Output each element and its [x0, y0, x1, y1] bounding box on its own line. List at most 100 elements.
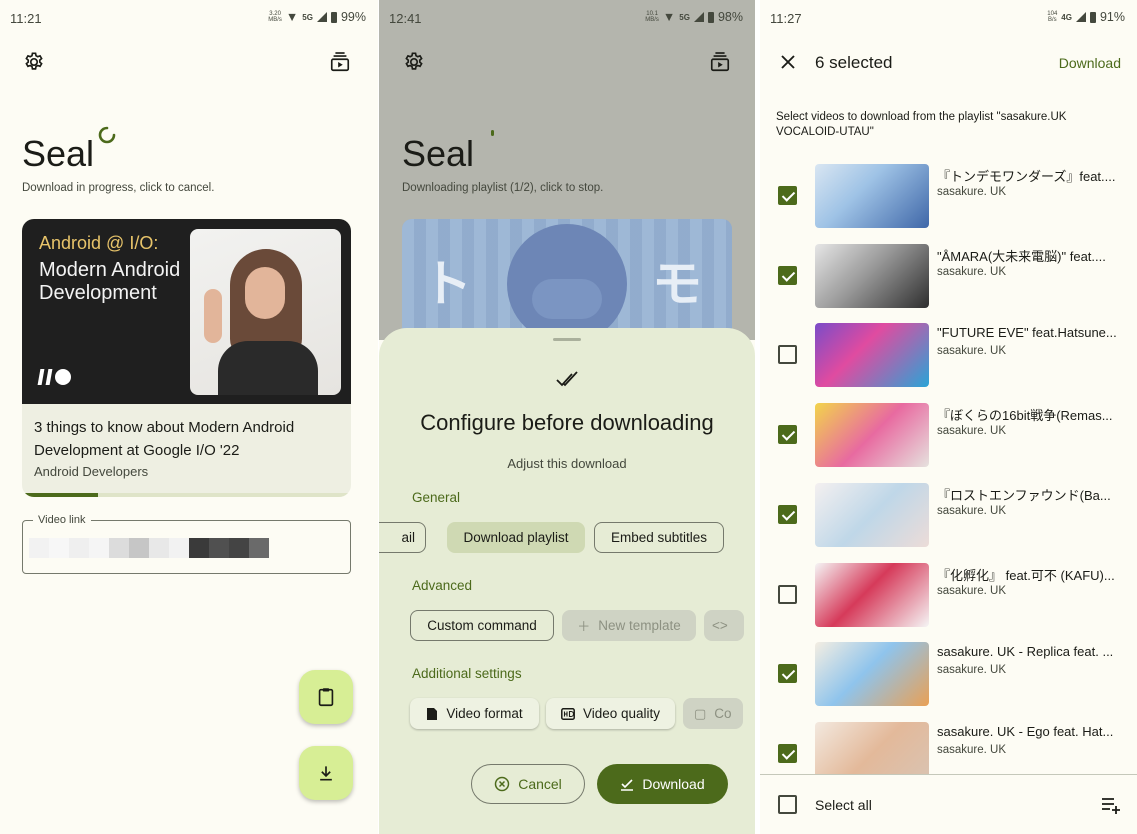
settings-button[interactable] — [21, 49, 47, 75]
video-author: sasakure. UK — [937, 186, 1007, 198]
list-item[interactable]: 『ぼくらの16bit戦争(Remas... sasakure. UK — [760, 396, 1137, 476]
scrim-background[interactable]: 12:41 10.1 MB/s ▼ 5G 98% Seal Downloading… — [379, 0, 755, 340]
download-progress-fill — [22, 493, 98, 497]
download-icon — [320, 766, 332, 781]
video-author: sasakure. UK — [937, 744, 1007, 756]
cancel-button[interactable]: Cancel — [471, 764, 585, 804]
download-label: Download — [642, 776, 705, 792]
battery-level: 99% — [340, 10, 366, 24]
video-card[interactable]: Android @ I/O: Modern Android Developmen… — [22, 219, 351, 497]
wifi-icon: ▼ — [285, 10, 299, 24]
playlist-thumbnail: ト モ — [402, 219, 732, 339]
battery-icon — [330, 11, 337, 23]
list-item[interactable]: 『ロストエンファウンド(Ba... sasakure. UK — [760, 476, 1137, 556]
file-icon — [427, 707, 438, 720]
progress-spinner-icon — [491, 130, 494, 136]
video-title: "ÅMARA(大未来電脳)" feat.... — [937, 249, 1106, 264]
item-checkbox-unchecked[interactable] — [778, 345, 797, 364]
list-item[interactable]: "FUTURE EVE" feat.Hatsune... sasakure. UK — [760, 316, 1137, 396]
chip-embed-subtitles[interactable]: Embed subtitles — [594, 522, 724, 553]
wifi-icon: ▼ — [662, 10, 676, 24]
item-checkbox-checked[interactable] — [778, 744, 797, 763]
download-fab[interactable] — [299, 746, 353, 800]
chip-video-quality[interactable]: Video quality — [546, 698, 675, 729]
chip-code-icon: <> — [704, 610, 744, 641]
list-item[interactable]: sasakure. UK - Replica feat. ... sasakure… — [760, 635, 1137, 715]
status-subtitle[interactable]: Download in progress, click to cancel. — [22, 182, 214, 194]
item-checkbox-checked[interactable] — [778, 505, 797, 524]
network-speed: 10.1 MB/s — [645, 11, 659, 23]
subscriptions-icon — [710, 52, 730, 72]
chip-download-playlist[interactable]: Download playlist — [447, 522, 585, 553]
signal-icon — [693, 12, 704, 22]
plus-icon: ＋ — [577, 619, 591, 634]
video-thumbnail — [815, 164, 929, 228]
battery-icon — [1089, 11, 1096, 23]
chip-video-format[interactable]: Video format — [410, 698, 539, 729]
list-item[interactable]: 『化孵化』 feat.可不 (KAFU)... sasakure. UK — [760, 556, 1137, 636]
item-checkbox-checked[interactable] — [778, 425, 797, 444]
settings-button[interactable] — [401, 49, 427, 75]
file-icon: ▢ — [694, 705, 707, 721]
status-bar: 12:41 10.1 MB/s ▼ 5G 98% — [379, 0, 755, 34]
battery-icon — [707, 11, 714, 23]
gear-icon — [405, 52, 423, 70]
thumbnail-subheading: Modern Android Development — [39, 259, 181, 304]
download-queue-button[interactable] — [707, 49, 733, 75]
status-bar: 11:27 104 B/s 4G 91% — [760, 0, 1137, 34]
status-time: 11:21 — [10, 11, 42, 26]
list-item[interactable]: 『トンデモワンダーズ』feat.... sasakure. UK — [760, 157, 1137, 237]
item-checkbox-unchecked[interactable] — [778, 585, 797, 604]
network-speed: 104 B/s — [1047, 11, 1058, 23]
io-logo — [37, 369, 71, 385]
drag-handle[interactable] — [553, 338, 581, 341]
gear-icon — [25, 52, 43, 70]
item-checkbox-checked[interactable] — [778, 664, 797, 683]
video-author: sasakure. UK — [937, 585, 1007, 597]
app-title: Seal — [402, 133, 475, 174]
paste-link-button[interactable] — [299, 670, 353, 724]
subscriptions-icon — [330, 52, 350, 72]
status-time: 11:27 — [770, 11, 802, 26]
video-author: sasakure. UK — [937, 425, 1007, 437]
sheet-title: Configure before downloading — [420, 410, 714, 435]
chip-thumbnail[interactable]: ail — [379, 522, 426, 553]
video-thumbnail — [815, 642, 929, 706]
hd-icon — [561, 707, 575, 720]
playlist-add-icon[interactable] — [1101, 796, 1121, 814]
download-button[interactable]: Download — [597, 764, 728, 804]
download-progress — [22, 493, 351, 497]
close-icon — [781, 55, 795, 69]
section-general: General — [412, 490, 461, 505]
video-author: sasakure. UK — [937, 266, 1007, 278]
cancel-label: Cancel — [518, 776, 562, 792]
download-queue-button[interactable] — [327, 49, 353, 75]
cancel-icon — [494, 776, 510, 792]
chip-custom-command[interactable]: Custom command — [410, 610, 554, 641]
video-thumbnail — [815, 563, 929, 627]
presenter-photo — [190, 229, 341, 395]
video-title: sasakure. UK - Ego feat. Hat... — [937, 724, 1114, 739]
battery-level: 91% — [1099, 10, 1125, 24]
item-checkbox-checked[interactable] — [778, 266, 797, 285]
video-title: 『ぼくらの16bit戦争(Remas... — [937, 408, 1113, 423]
selected-count: 6 selected — [815, 53, 893, 72]
video-title: 『トンデモワンダーズ』feat.... — [937, 169, 1116, 184]
thumbnail-art: モ — [652, 256, 702, 312]
item-checkbox-checked[interactable] — [778, 186, 797, 205]
status-subtitle[interactable]: Downloading playlist (1/2), click to sto… — [402, 182, 603, 194]
list-item[interactable]: "ÅMARA(大未来電脳)" feat.... sasakure. UK — [760, 237, 1137, 317]
video-title: 3 things to know about Modern Android De… — [34, 419, 295, 459]
sheet-subtitle: Adjust this download — [507, 456, 627, 471]
video-thumbnail — [815, 244, 929, 308]
configure-bottom-sheet: Configure before downloading Adjust this… — [379, 328, 755, 834]
video-thumbnail — [815, 403, 929, 467]
video-link-field[interactable]: Video link — [22, 514, 351, 574]
select-all-checkbox[interactable] — [778, 795, 797, 814]
select-all-label[interactable]: Select all — [815, 797, 872, 813]
chip-cookies: ▢ Co — [683, 698, 743, 729]
video-thumbnail — [815, 483, 929, 547]
download-action-button[interactable]: Download — [1059, 55, 1121, 71]
close-button[interactable] — [775, 49, 801, 75]
playlist-description: Select videos to download from the playl… — [776, 111, 1067, 138]
